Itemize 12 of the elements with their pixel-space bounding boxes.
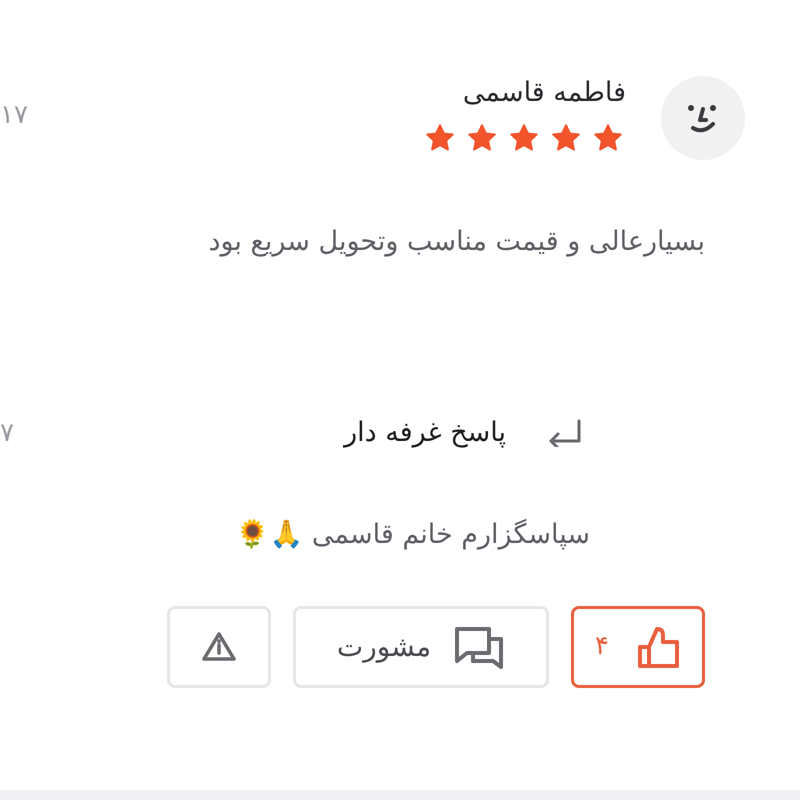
reply-text: سپاسگزارم خانم قاسمی 🙏🌻 [235, 518, 590, 552]
comment-button[interactable]: مشورت [293, 606, 549, 688]
reply-date: ۷ [0, 420, 14, 446]
report-button[interactable] [167, 606, 271, 688]
chat-bubbles-icon [453, 624, 506, 668]
review-date: ۱۷ [0, 102, 28, 128]
warning-icon [201, 630, 237, 662]
reply-title: پاسخ غرفه دار [344, 416, 506, 450]
thumbs-up-icon [636, 624, 681, 668]
avatar-icon [661, 76, 745, 160]
review-text: بسیارعالی و قیمت مناسب وتحویل سریع بود [208, 225, 705, 259]
author-name: فاطمه قاسمی [462, 76, 626, 110]
